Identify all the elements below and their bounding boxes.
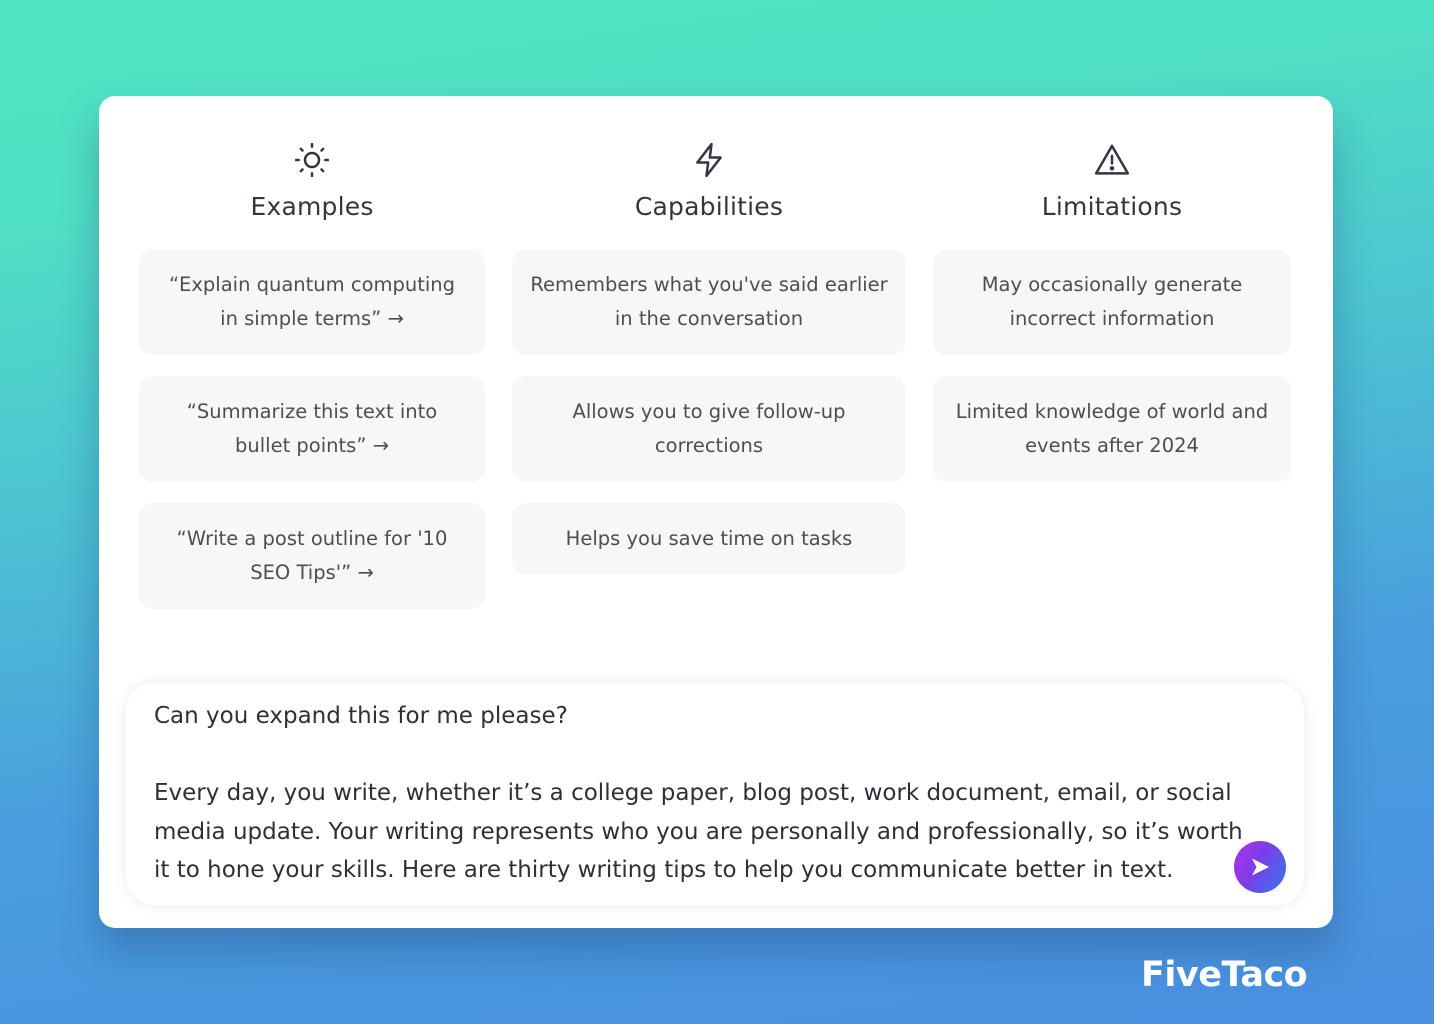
lightning-icon: [696, 142, 722, 178]
capabilities-title: Capabilities: [634, 192, 784, 221]
capability-text: Remembers what you've said earlier in th…: [530, 273, 888, 330]
limitation-text: May occasionally generate incorrect info…: [981, 273, 1243, 330]
examples-header: Examples: [139, 140, 485, 221]
capability-item: Remembers what you've said earlier in th…: [512, 249, 906, 355]
sun-icon: [294, 142, 330, 178]
example-prompt-button[interactable]: “Explain quantum computing in simple ter…: [139, 249, 485, 355]
limitations-title: Limitations: [1041, 192, 1183, 221]
prompt-input[interactable]: Can you expand this for me please? Every…: [154, 697, 1254, 890]
limitation-item: May occasionally generate incorrect info…: [933, 249, 1291, 355]
example-prompt-text: “Summarize this text into bullet points”…: [186, 400, 438, 457]
example-prompt-button[interactable]: “Summarize this text into bullet points”…: [139, 376, 485, 482]
capability-text: Helps you save time on tasks: [565, 527, 853, 550]
limitations-header: Limitations: [933, 140, 1291, 221]
chat-home-card: Examples “Explain quantum computing in s…: [99, 96, 1333, 928]
capability-item: Allows you to give follow-up corrections: [512, 376, 906, 482]
limitation-text: Limited knowledge of world and events af…: [955, 400, 1269, 457]
warning-icon: [1094, 144, 1130, 175]
example-prompt-text: “Explain quantum computing in simple ter…: [168, 273, 456, 330]
capabilities-header: Capabilities: [512, 140, 906, 221]
limitation-item: Limited knowledge of world and events af…: [933, 376, 1291, 482]
examples-title: Examples: [250, 192, 374, 221]
capability-text: Allows you to give follow-up corrections: [572, 400, 846, 457]
send-button[interactable]: [1234, 841, 1286, 893]
example-prompt-text: “Write a post outline for '10 SEO Tips'”…: [176, 527, 448, 584]
capability-item: Helps you save time on tasks: [512, 503, 906, 575]
prompt-input-box[interactable]: Can you expand this for me please? Every…: [126, 683, 1304, 905]
example-prompt-button[interactable]: “Write a post outline for '10 SEO Tips'”…: [139, 503, 485, 609]
brand-logo: FiveTaco: [1141, 955, 1308, 995]
send-icon: [1252, 858, 1269, 876]
